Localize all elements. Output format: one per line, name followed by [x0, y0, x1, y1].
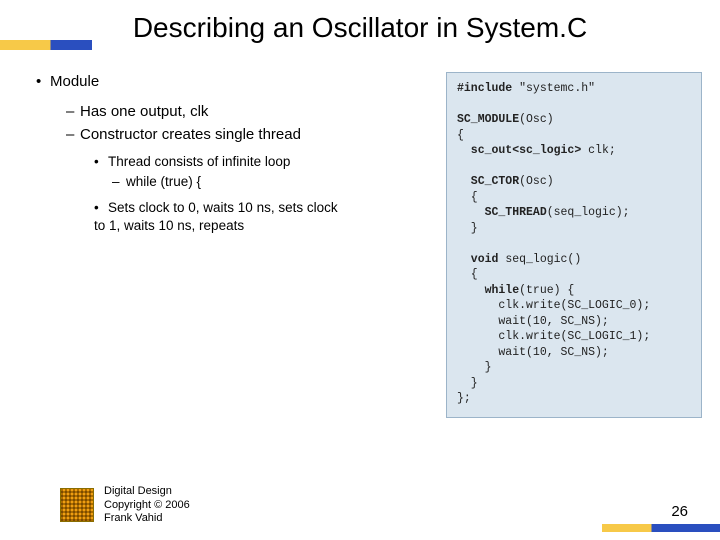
- code-text: }: [457, 361, 492, 374]
- code-text: clk.write(SC_LOGIC_0);: [457, 299, 650, 312]
- title-area: Describing an Oscillator in System.C: [0, 0, 720, 44]
- list-item: –Constructor creates single thread: [66, 125, 430, 145]
- bullet-text: Has one output, clk: [80, 103, 208, 120]
- code-keyword: SC_THREAD: [457, 206, 547, 219]
- code-keyword: #include: [457, 82, 512, 95]
- bullet-lvl3-list: •Sets clock to 0, waits 10 ns, sets cloc…: [94, 199, 430, 235]
- bullet-text: Module: [50, 73, 99, 90]
- code-text: clk;: [581, 144, 616, 157]
- bullet-text: while (true) {: [126, 174, 201, 189]
- bullet-text: Thread consists of infinite loop: [108, 154, 290, 169]
- code-text: (Osc): [519, 113, 554, 126]
- dash-marker: –: [112, 173, 126, 191]
- book-cover-icon: [60, 488, 94, 522]
- bullet-text: Sets clock to 0, waits 10 ns, sets clock…: [94, 200, 338, 233]
- footer-line: Copyright © 2006: [104, 499, 190, 513]
- bullet-lvl1: •Module: [36, 72, 430, 92]
- bullet-marker: •: [36, 72, 50, 92]
- code-text: {: [457, 268, 478, 281]
- list-item: •Thread consists of infinite loop: [94, 153, 344, 171]
- bullet-lvl4-list: –while (true) {: [112, 173, 430, 191]
- code-block: #include "systemc.h" SC_MODULE(Osc) { sc…: [446, 72, 702, 418]
- bullet-lvl3-list: •Thread consists of infinite loop: [94, 153, 430, 171]
- code-text: seq_logic(): [498, 253, 581, 266]
- code-text: wait(10, SC_NS);: [457, 315, 609, 328]
- code-text: (true) {: [519, 284, 574, 297]
- code-text: };: [457, 392, 471, 405]
- code-text: "systemc.h": [512, 82, 595, 95]
- bullet-column: •Module –Has one output, clk –Constructo…: [36, 72, 430, 418]
- footer-line: Digital Design: [104, 485, 190, 499]
- code-keyword: sc_out<sc_logic>: [457, 144, 581, 157]
- dash-marker: –: [66, 102, 80, 122]
- code-text: wait(10, SC_NS);: [457, 346, 609, 359]
- footer-accent-bar: [602, 524, 720, 532]
- bullet-lvl2-list: –Has one output, clk –Constructor create…: [66, 102, 430, 145]
- code-keyword: void: [457, 253, 498, 266]
- code-keyword: SC_CTOR: [457, 175, 519, 188]
- code-text: {: [457, 191, 478, 204]
- code-keyword: while: [457, 284, 519, 297]
- slide-title: Describing an Oscillator in System.C: [0, 12, 720, 44]
- list-item: –Has one output, clk: [66, 102, 430, 122]
- code-text: }: [457, 377, 478, 390]
- code-text: {: [457, 129, 464, 142]
- footer-text: Digital Design Copyright © 2006 Frank Va…: [104, 485, 190, 526]
- footer-line: Frank Vahid: [104, 512, 190, 526]
- code-text: (seq_logic);: [547, 206, 630, 219]
- code-keyword: SC_MODULE: [457, 113, 519, 126]
- title-accent-bar: [0, 40, 92, 50]
- footer: Digital Design Copyright © 2006 Frank Va…: [60, 485, 190, 526]
- code-text: }: [457, 222, 478, 235]
- bullet-marker: •: [94, 199, 108, 217]
- list-item: •Sets clock to 0, waits 10 ns, sets cloc…: [94, 199, 344, 235]
- page-number: 26: [671, 503, 688, 520]
- bullet-text: Constructor creates single thread: [80, 126, 301, 143]
- bullet-marker: •: [94, 153, 108, 171]
- dash-marker: –: [66, 125, 80, 145]
- content-area: •Module –Has one output, clk –Constructo…: [0, 44, 720, 418]
- list-item: –while (true) {: [112, 173, 430, 191]
- code-text: (Osc): [519, 175, 554, 188]
- code-text: clk.write(SC_LOGIC_1);: [457, 330, 650, 343]
